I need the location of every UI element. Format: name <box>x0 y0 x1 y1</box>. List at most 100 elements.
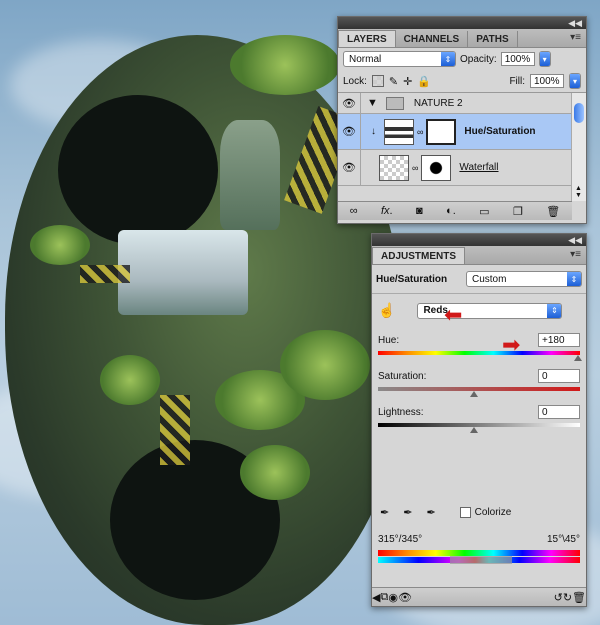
lock-transparent-icon[interactable] <box>371 75 384 87</box>
folder-icon <box>385 96 404 110</box>
tree <box>240 445 310 500</box>
colorize-label: Colorize <box>474 507 512 518</box>
opacity-input[interactable]: 100% <box>500 52 535 66</box>
targeted-adjustment-icon[interactable]: ☝ <box>378 302 395 319</box>
tab-channels[interactable]: CHANNELS <box>396 31 469 47</box>
lock-paint-icon[interactable]: ✎ <box>389 75 398 88</box>
layers-bottom-bar: ∞ fx. ◙ ◐. ▭ ❐ 🗑 <box>338 201 572 220</box>
range-slider[interactable] <box>450 556 512 564</box>
eyedropper-row: ✒ ✒ ✒ Colorize <box>380 506 511 519</box>
saturation-track <box>378 387 580 391</box>
layers-scrollbar[interactable]: ▲ ▼ <box>571 93 586 201</box>
scrollbar-thumb[interactable] <box>574 103 584 123</box>
layer-thumbnail[interactable] <box>379 154 409 181</box>
eyedropper-plus-icon[interactable]: ✒ <box>403 506 412 519</box>
link-icon[interactable]: ∞ <box>417 127 423 137</box>
waterfall-artwork <box>118 230 248 315</box>
panel-menu-icon[interactable]: ▾≡ <box>570 249 581 260</box>
preset-select[interactable]: Custom ⇕ <box>466 271 582 287</box>
layers-list: 👁 ▼ NATURE 2 👁 ↓ ∞ Hue/Saturation 👁 ∞ Wa… <box>338 93 586 201</box>
layers-tabs: LAYERS CHANNELS PATHS ▾≡ <box>338 29 586 48</box>
tab-layers[interactable]: LAYERS <box>338 30 396 47</box>
scroll-arrows-icon[interactable]: ▲ ▼ <box>575 185 582 199</box>
chevron-down-icon: ▾ <box>570 74 580 88</box>
channel-select[interactable]: Reds ⇕ <box>417 302 563 319</box>
visibility-eye-icon[interactable]: 👁 <box>338 93 361 113</box>
lightness-input[interactable]: 0 <box>538 405 580 419</box>
link-layers-icon[interactable]: ∞ <box>350 205 358 217</box>
layer-name: Waterfall <box>459 162 499 173</box>
saturation-input[interactable]: 0 <box>538 369 580 383</box>
lightness-slider[interactable] <box>378 421 580 433</box>
adjustment-header: Hue/Saturation Custom ⇕ <box>372 265 586 293</box>
eyedropper-minus-icon[interactable]: ✒ <box>426 506 435 519</box>
chevron-down-icon: ⇕ <box>441 52 455 66</box>
mask-thumbnail[interactable] <box>421 154 452 181</box>
lightness-label: Lightness: <box>378 406 424 418</box>
group-name: NATURE 2 <box>413 97 463 109</box>
tree <box>280 330 370 400</box>
adjustments-bottom-bar: ◀ ⧉ ◉ 👁 ↺ ↻ 🗑 <box>372 587 586 606</box>
visibility-eye-icon[interactable]: 👁 <box>398 591 412 604</box>
layer-name: Hue/Saturation <box>464 126 536 137</box>
back-arrow-icon[interactable]: ◀ <box>372 591 380 604</box>
layer-style-icon[interactable]: fx. <box>381 205 393 217</box>
hue-slider-knob[interactable] <box>574 355 582 361</box>
trash-icon[interactable]: 🗑 <box>546 205 560 218</box>
panel-titlebar[interactable]: ◀◀ <box>372 234 586 246</box>
clip-arrow-icon: ↓ <box>371 126 376 137</box>
preset-value: Custom <box>472 273 507 285</box>
new-layer-icon[interactable]: ❐ <box>513 205 523 218</box>
blend-mode-value: Normal <box>349 53 382 65</box>
layer-row-waterfall[interactable]: 👁 ∞ Waterfall <box>338 150 586 186</box>
tree <box>30 225 90 265</box>
previous-state-icon[interactable]: ↺ <box>554 591 563 604</box>
hazard-stripe <box>160 395 190 465</box>
tab-adjustments[interactable]: ADJUSTMENTS <box>372 247 466 264</box>
panel-titlebar[interactable]: ◀◀ <box>338 17 586 29</box>
saturation-slider[interactable] <box>378 385 580 397</box>
tree <box>100 355 160 405</box>
blend-mode-select[interactable]: Normal ⇕ <box>343 51 456 67</box>
lock-all-icon[interactable]: 🔒 <box>417 75 431 88</box>
eyedropper-icon[interactable]: ✒ <box>380 506 389 519</box>
clip-layer-icon[interactable]: ◉ <box>388 591 398 604</box>
adjustment-thumbnail[interactable] <box>384 118 414 145</box>
channel-row: ☝ Reds ⇕ <box>372 300 586 321</box>
colorize-checkbox[interactable] <box>459 507 471 518</box>
new-adjustment-icon[interactable]: ◐. <box>446 205 456 217</box>
tab-paths[interactable]: PATHS <box>468 31 518 47</box>
disclosure-triangle-icon[interactable]: ▼ <box>367 97 378 109</box>
add-mask-icon[interactable]: ◙ <box>416 205 423 217</box>
layer-row-hue-saturation[interactable]: 👁 ↓ ∞ Hue/Saturation <box>338 114 586 150</box>
visibility-eye-icon[interactable]: 👁 <box>338 150 361 185</box>
lightness-slider-knob[interactable] <box>470 427 478 433</box>
opacity-dropdown[interactable]: ▾ <box>538 51 551 67</box>
adjustments-panel: ◀◀ ADJUSTMENTS ▾≡ Hue/Saturation Custom … <box>371 233 587 607</box>
adjustments-tabs: ADJUSTMENTS ▾≡ <box>372 246 586 265</box>
lock-move-icon[interactable]: ✛ <box>403 75 412 88</box>
lock-row: Lock: ✎ ✛ 🔒 Fill: 100% ▾ <box>338 70 586 93</box>
reset-icon[interactable]: ↻ <box>563 591 572 604</box>
colorize-control[interactable]: Colorize <box>459 507 512 518</box>
hue-input[interactable]: +180 <box>538 333 580 347</box>
trash-icon[interactable]: 🗑 <box>572 591 586 604</box>
fill-input[interactable]: 100% <box>530 74 564 88</box>
fill-dropdown[interactable]: ▾ <box>569 73 581 89</box>
collapse-icon[interactable]: ◀◀ <box>568 235 582 246</box>
link-icon[interactable]: ∞ <box>412 163 418 173</box>
panel-menu-icon[interactable]: ▾≡ <box>570 32 581 43</box>
saturation-slider-knob[interactable] <box>470 391 478 397</box>
hazard-stripe <box>80 265 130 283</box>
mask-thumbnail[interactable] <box>426 118 457 145</box>
collapse-icon[interactable]: ◀◀ <box>568 18 582 29</box>
layers-panel: ◀◀ LAYERS CHANNELS PATHS ▾≡ Normal ⇕ Opa… <box>337 16 587 224</box>
hue-row: Hue: +180 <box>372 321 586 349</box>
expand-view-icon[interactable]: ⧉ <box>380 591 388 604</box>
new-group-icon[interactable]: ▭ <box>479 205 489 218</box>
layer-group-row[interactable]: 👁 ▼ NATURE 2 <box>338 93 586 114</box>
visibility-eye-icon[interactable]: 👁 <box>338 114 361 149</box>
moss <box>230 35 340 95</box>
hue-slider[interactable] <box>378 349 582 361</box>
fill-label: Fill: <box>509 75 525 87</box>
